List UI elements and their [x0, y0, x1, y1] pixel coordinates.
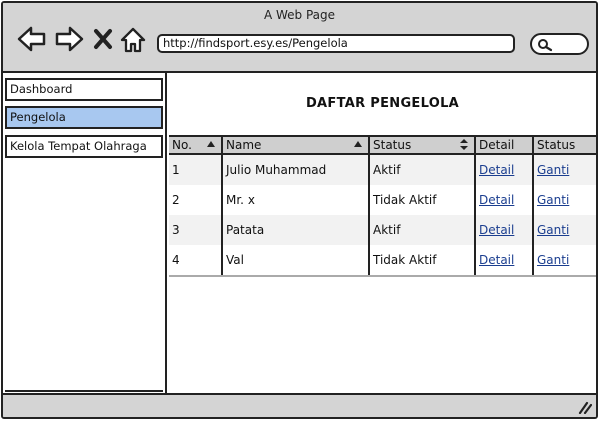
window-title: A Web Page: [263, 8, 336, 22]
sidebar-bottom-divider: [5, 390, 163, 392]
sort-both-icon: [460, 139, 468, 150]
sidebar-item-dashboard[interactable]: Dashboard: [5, 78, 163, 101]
cell-name: Mr. x: [222, 185, 370, 215]
table-header-row: No. Name Status Detail Status: [169, 137, 596, 155]
browser-window: A Web Page http://findsport.esy.es/Penge…: [1, 1, 598, 419]
back-arrow-icon[interactable]: [17, 25, 47, 53]
search-input[interactable]: [530, 33, 589, 55]
cell-status: Tidak Aktif: [369, 185, 476, 215]
sidebar: Dashboard Pengelola Kelola Tempat Olahra…: [3, 73, 167, 395]
page-title: DAFTAR PENGELOLA: [305, 96, 460, 111]
cell-status: Aktif: [369, 154, 476, 185]
close-icon[interactable]: [93, 28, 113, 50]
sort-ascending-icon: [207, 141, 215, 147]
detail-link[interactable]: Detail: [479, 163, 514, 177]
column-header-status-action[interactable]: Status: [533, 137, 596, 155]
sort-ascending-icon: [354, 141, 362, 147]
cell-status: Aktif: [369, 215, 476, 245]
column-header-detail[interactable]: Detail: [475, 137, 534, 155]
cell-no: 1: [169, 154, 223, 185]
ganti-link[interactable]: Ganti: [537, 253, 569, 267]
cell-name: Val: [222, 245, 370, 275]
table-row: 4 Val Tidak Aktif Detail Ganti: [169, 245, 596, 275]
pengelola-table: No. Name Status Detail Status 1 Julio Mu…: [169, 135, 596, 275]
cell-no: 2: [169, 185, 223, 215]
resize-grip-icon[interactable]: [576, 400, 592, 414]
url-input[interactable]: http://findsport.esy.es/Pengelola: [157, 34, 515, 53]
column-header-no[interactable]: No.: [169, 137, 223, 155]
status-bar: [3, 393, 596, 417]
cell-name: Julio Muhammad: [222, 154, 370, 185]
sidebar-item-pengelola[interactable]: Pengelola: [5, 106, 163, 129]
column-header-name[interactable]: Name: [222, 137, 370, 155]
detail-link[interactable]: Detail: [479, 253, 514, 267]
cell-name: Patata: [222, 215, 370, 245]
forward-arrow-icon[interactable]: [54, 25, 84, 53]
title-bar: A Web Page http://findsport.esy.es/Penge…: [3, 3, 596, 73]
search-icon: [538, 39, 553, 52]
home-icon[interactable]: [120, 26, 146, 54]
detail-link[interactable]: Detail: [479, 223, 514, 237]
sidebar-item-kelola-tempat-olahraga[interactable]: Kelola Tempat Olahraga: [5, 135, 163, 158]
table-row: 1 Julio Muhammad Aktif Detail Ganti: [169, 154, 596, 185]
table-row: 3 Patata Aktif Detail Ganti: [169, 215, 596, 245]
table-row: 2 Mr. x Tidak Aktif Detail Ganti: [169, 185, 596, 215]
cell-no: 3: [169, 215, 223, 245]
cell-status: Tidak Aktif: [369, 245, 476, 275]
column-header-status[interactable]: Status: [369, 137, 476, 155]
ganti-link[interactable]: Ganti: [537, 163, 569, 177]
ganti-link[interactable]: Ganti: [537, 223, 569, 237]
cell-no: 4: [169, 245, 223, 275]
detail-link[interactable]: Detail: [479, 193, 514, 207]
ganti-link[interactable]: Ganti: [537, 193, 569, 207]
